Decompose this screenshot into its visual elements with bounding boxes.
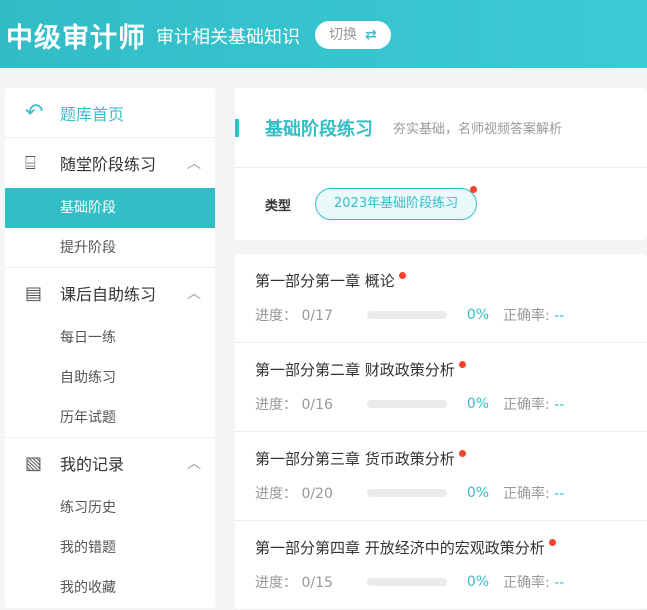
progress-bar bbox=[367, 400, 447, 408]
type-value: 2023年基础阶段练习 bbox=[334, 196, 459, 211]
accuracy-label: 正确率: bbox=[503, 397, 550, 413]
chapter-name: 第一部分第一章 概论 bbox=[255, 272, 395, 290]
chapter-row[interactable]: 第一部分第三章 货币政策分析 进度： 0/20 0% 正确率: -- bbox=[235, 432, 647, 521]
sidebar-item-home[interactable]: ↶ 题库首页 bbox=[5, 88, 215, 138]
subject-title: 审计相关基础知识 bbox=[156, 27, 300, 48]
progress-bar bbox=[367, 311, 447, 319]
percent: 0% bbox=[466, 485, 490, 501]
sidebar-item-favorites[interactable]: 我的收藏 bbox=[5, 568, 215, 608]
percent: 0% bbox=[466, 307, 490, 323]
new-dot bbox=[548, 539, 556, 546]
accuracy-label: 正确率: bbox=[503, 308, 550, 324]
accuracy: 正确率: -- bbox=[503, 572, 564, 592]
sidebar-item-history[interactable]: 练习历史 bbox=[5, 488, 215, 528]
main-content: 基础阶段练习 夯实基础，名师视频答案解析 类型 2023年基础阶段练习 第一部分第一… bbox=[235, 88, 647, 610]
accuracy-value: -- bbox=[554, 308, 565, 324]
progress-bar bbox=[367, 578, 447, 586]
accuracy: 正确率: -- bbox=[503, 483, 564, 503]
new-dot bbox=[458, 450, 466, 457]
group-label: 课后自助练习 bbox=[60, 285, 157, 304]
back-arrow-icon: ↶ bbox=[25, 100, 44, 125]
record-search-icon: ▧ bbox=[25, 452, 43, 474]
progress-label: 进度： bbox=[255, 575, 297, 591]
easel-icon: ⌸ bbox=[25, 152, 36, 174]
accuracy-label: 正确率: bbox=[503, 575, 550, 591]
accuracy-value: -- bbox=[554, 575, 565, 591]
sidebar-item-daily[interactable]: 每日一练 bbox=[5, 318, 215, 358]
chapter-row[interactable]: 第一部分第二章 财政政策分析 进度： 0/16 0% 正确率: -- bbox=[235, 343, 647, 432]
progress: 进度： 0/17 bbox=[255, 305, 367, 325]
sidebar-item-self[interactable]: 自助练习 bbox=[5, 358, 215, 398]
page-title: 基础阶段练习 bbox=[265, 118, 373, 140]
new-dot bbox=[398, 272, 406, 279]
new-dot bbox=[470, 186, 478, 193]
accuracy: 正确率: -- bbox=[503, 394, 564, 414]
chevron-up-icon: ︿ bbox=[187, 286, 201, 302]
accuracy-value: -- bbox=[554, 486, 565, 502]
chapter-name: 第一部分第二章 财政政策分析 bbox=[255, 361, 455, 379]
header-card: 基础阶段练习 夯实基础，名师视频答案解析 类型 2023年基础阶段练习 bbox=[235, 88, 647, 240]
header: 中级审计师 审计相关基础知识 切换 ⇄ bbox=[0, 0, 647, 68]
percent: 0% bbox=[466, 574, 490, 590]
progress-value: 0/20 bbox=[301, 486, 333, 502]
progress: 进度： 0/20 bbox=[255, 483, 367, 503]
page-title-bar: 基础阶段练习 夯实基础，名师视频答案解析 bbox=[235, 88, 647, 168]
chapter-name: 第一部分第四章 开放经济中的宏观政策分析 bbox=[255, 539, 545, 557]
progress-value: 0/17 bbox=[301, 308, 333, 324]
new-dot bbox=[458, 361, 466, 368]
progress-value: 0/15 bbox=[301, 575, 333, 591]
progress: 进度： 0/15 bbox=[255, 572, 367, 592]
chapter-row[interactable]: 第一部分第一章 概论 进度： 0/17 0% 正确率: -- bbox=[235, 254, 647, 343]
sidebar-item-advanced[interactable]: 提升阶段 bbox=[5, 228, 215, 268]
accuracy-value: -- bbox=[554, 397, 565, 413]
chapter-row[interactable]: 第一部分第四章 开放经济中的宏观政策分析 进度： 0/15 0% 正确率: -- bbox=[235, 521, 647, 610]
scroll-icon: ▤ bbox=[25, 282, 43, 304]
switch-label: 切换 bbox=[329, 27, 357, 43]
sidebar-item-basic[interactable]: 基础阶段 bbox=[5, 188, 215, 228]
chevron-up-icon: ︿ bbox=[187, 156, 201, 172]
switch-button[interactable]: 切换 ⇄ bbox=[315, 21, 391, 49]
progress-value: 0/16 bbox=[301, 397, 333, 413]
page-description: 夯实基础，名师视频答案解析 bbox=[393, 122, 563, 137]
progress-label: 进度： bbox=[255, 397, 297, 413]
accuracy-label: 正确率: bbox=[503, 486, 550, 502]
sidebar-item-past-exams[interactable]: 历年试题 bbox=[5, 398, 215, 438]
app-logo: 中级审计师 bbox=[6, 23, 146, 54]
sidebar-item-mistakes[interactable]: 我的错题 bbox=[5, 528, 215, 568]
progress: 进度： 0/16 bbox=[255, 394, 367, 414]
group-label: 我的记录 bbox=[60, 455, 125, 474]
home-label: 题库首页 bbox=[60, 104, 125, 124]
progress-label: 进度： bbox=[255, 486, 297, 502]
group-label: 随堂阶段练习 bbox=[60, 155, 157, 174]
percent: 0% bbox=[466, 396, 490, 412]
sidebar-group-records[interactable]: ▧ 我的记录 ︿ bbox=[5, 438, 215, 488]
progress-bar bbox=[367, 489, 447, 497]
sidebar: ↶ 题库首页 ⌸ 随堂阶段练习 ︿ 基础阶段 提升阶段 ▤ 课后自助练习 ︿ 每日一练 自… bbox=[5, 88, 215, 608]
chapter-name: 第一部分第三章 货币政策分析 bbox=[255, 450, 455, 468]
swap-icon: ⇄ bbox=[365, 27, 377, 43]
sidebar-group-class-practice[interactable]: ⌸ 随堂阶段练习 ︿ bbox=[5, 138, 215, 188]
type-filter: 类型 2023年基础阶段练习 bbox=[235, 168, 647, 240]
progress-label: 进度： bbox=[255, 308, 297, 324]
chevron-up-icon: ︿ bbox=[187, 456, 201, 472]
sidebar-group-self-practice[interactable]: ▤ 课后自助练习 ︿ bbox=[5, 268, 215, 318]
type-label: 类型 bbox=[265, 198, 292, 214]
accuracy: 正确率: -- bbox=[503, 305, 564, 325]
chapter-list: 第一部分第一章 概论 进度： 0/17 0% 正确率: -- 第一部分第二章 财政政策… bbox=[235, 254, 647, 610]
type-chip[interactable]: 2023年基础阶段练习 bbox=[315, 186, 478, 220]
